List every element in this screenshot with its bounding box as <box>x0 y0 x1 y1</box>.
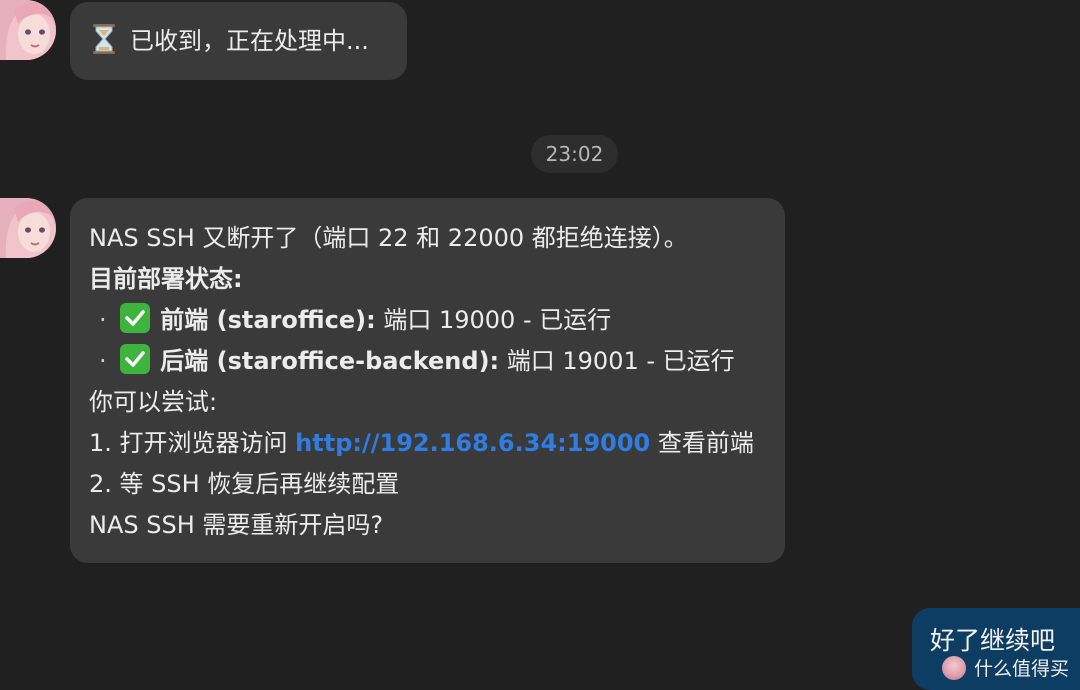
watermark-text: 什么值得买 <box>974 658 1070 680</box>
watermark-logo-icon <box>942 656 966 680</box>
timestamp-badge: 23:02 <box>531 135 618 173</box>
watermark: 什么值得买 <box>942 654 1070 684</box>
message-bubble-status: NAS SSH 又断开了（端口 22 和 22000 都拒绝连接）。 目前部署状… <box>70 198 785 563</box>
step-1-prefix: 1. 打开浏览器访问 <box>89 429 296 457</box>
bot-avatar[interactable] <box>0 198 56 258</box>
status-heading: 目前部署状态: <box>89 265 243 293</box>
message-bubble-processing: 已收到，正在处理中... <box>70 2 407 80</box>
hourglass-icon <box>90 23 118 55</box>
step-1: 1. 打开浏览器访问 http://192.168.6.34:19000 查看前… <box>89 423 785 464</box>
status-item-detail: 端口 19000 - 已运行 <box>375 306 612 334</box>
question-line: NAS SSH 需要重新开启吗? <box>89 511 384 539</box>
try-heading: 你可以尝试: <box>89 388 218 416</box>
message-line: NAS SSH 又断开了（端口 22 和 22000 都拒绝连接）。 <box>89 224 688 252</box>
status-item-frontend: · 前端 (staroffice): 端口 19000 - 已运行 <box>89 300 785 341</box>
bot-avatar[interactable] <box>0 0 56 60</box>
status-item-backend: · 后端 (staroffice-backend): 端口 19001 - 已运… <box>89 341 785 382</box>
user-message-text: 好了继续吧 <box>930 626 1056 655</box>
bullet: · <box>99 347 107 375</box>
processing-text: 已收到，正在处理中... <box>130 27 369 55</box>
check-mark-icon <box>120 303 151 333</box>
chat-window: 已收到，正在处理中... 23:02 NAS SSH 又断开了（端口 22 和 … <box>0 0 1080 690</box>
step-1-suffix: 查看前端 <box>650 429 754 457</box>
bullet: · <box>99 306 107 334</box>
step-2: 2. 等 SSH 恢复后再继续配置 <box>89 470 400 498</box>
frontend-url-link[interactable]: http://192.168.6.34:19000 <box>295 429 650 457</box>
status-item-detail: 端口 19001 - 已运行 <box>499 347 735 375</box>
status-item-label: 前端 (staroffice): <box>160 306 376 334</box>
check-mark-icon <box>120 344 151 374</box>
status-item-label: 后端 (staroffice-backend): <box>160 347 500 375</box>
